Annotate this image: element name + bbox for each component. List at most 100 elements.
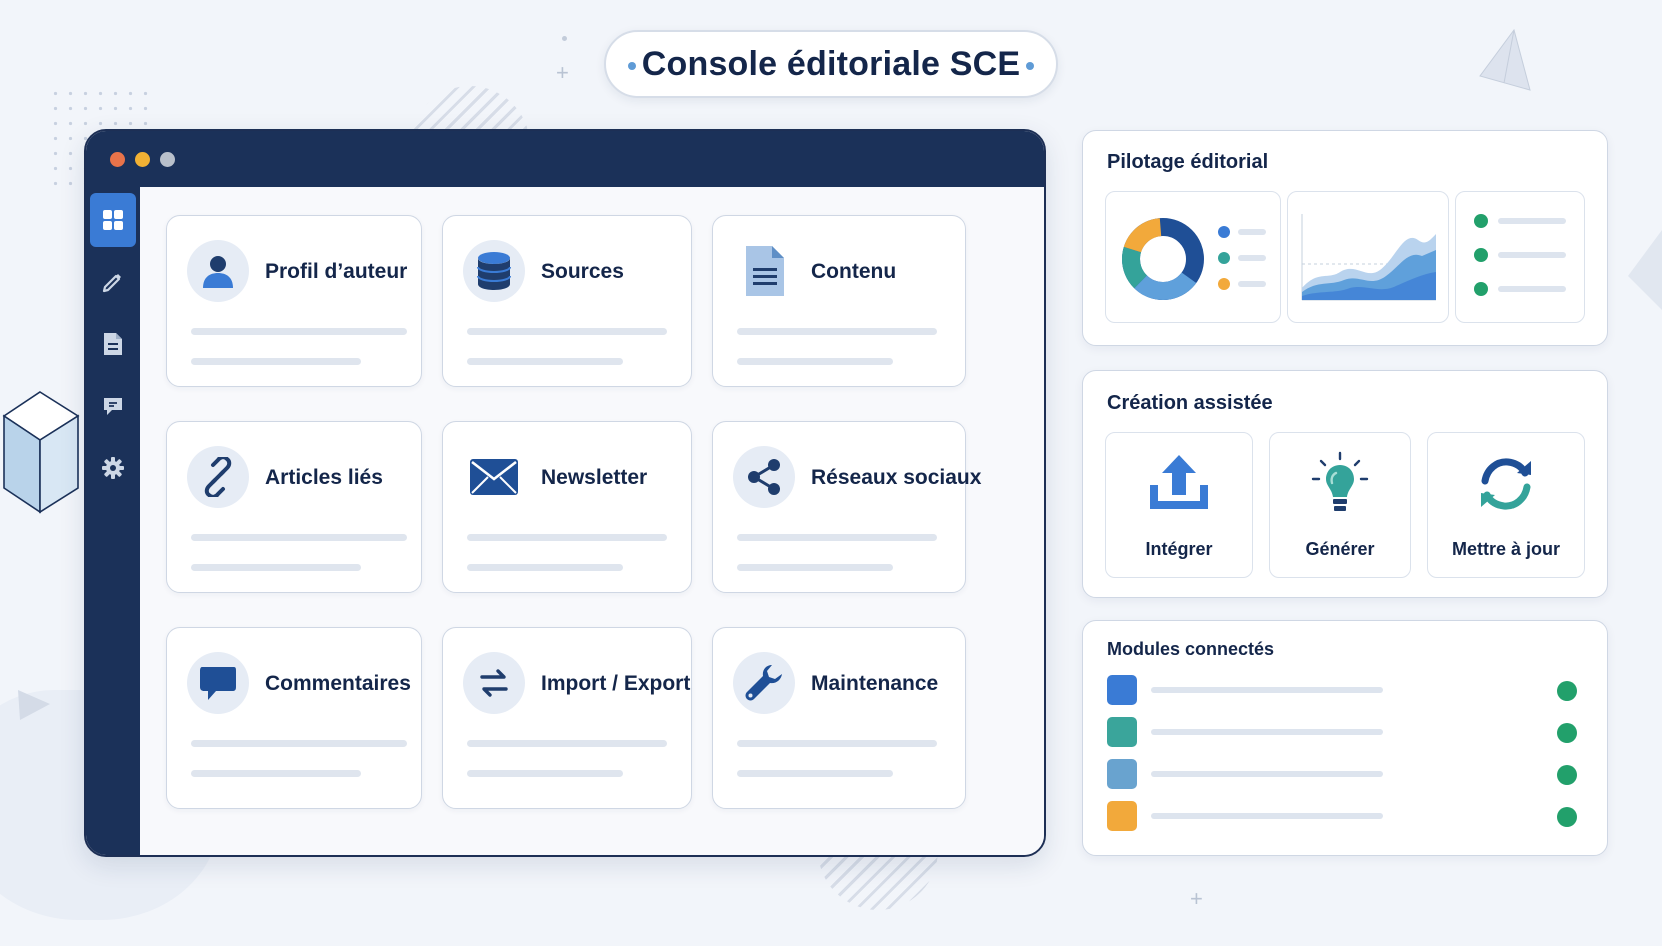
card-label: Newsletter xyxy=(541,466,648,489)
swap-arrows-icon xyxy=(480,669,508,697)
card-label: Contenu xyxy=(811,260,897,283)
area-chart-widget[interactable] xyxy=(1287,191,1449,323)
placeholder-line xyxy=(467,534,667,541)
placeholder-line xyxy=(737,328,937,335)
icon-circle xyxy=(187,240,249,302)
lightbulb-icon xyxy=(1311,451,1369,511)
placeholder-line xyxy=(191,564,361,571)
upload-icon xyxy=(1150,455,1208,509)
module-line xyxy=(1151,771,1383,777)
placeholder-line xyxy=(737,358,893,365)
card-label: Commentaires xyxy=(265,672,411,695)
card-newsletter[interactable]: Newsletter xyxy=(442,421,692,593)
legend-dot xyxy=(1218,252,1230,264)
icon-circle xyxy=(463,240,525,302)
action-label: Intégrer xyxy=(1145,539,1213,559)
panel-connected-modules: Modules connectés xyxy=(1082,620,1608,856)
action-label: Générer xyxy=(1305,539,1375,559)
icon-circle xyxy=(463,446,525,508)
main-window: Profil d’auteur Sources Contenu Articles… xyxy=(84,129,1046,857)
card-import-export[interactable]: Import / Export xyxy=(442,627,692,809)
status-dot xyxy=(1474,248,1488,262)
placeholder-line xyxy=(737,770,893,777)
file-text-icon xyxy=(746,246,784,296)
comment-icon xyxy=(104,398,122,415)
triangle-decoration xyxy=(18,690,50,720)
placeholder-line xyxy=(467,358,623,365)
cube-decoration xyxy=(2,391,80,514)
maximize-window-button[interactable] xyxy=(160,151,175,167)
donut-chart-icon xyxy=(1122,218,1204,300)
generate-button[interactable]: Générer xyxy=(1269,432,1411,578)
status-list-widget[interactable] xyxy=(1455,191,1585,323)
dot-decoration xyxy=(562,36,567,41)
integrate-button[interactable]: Intégrer xyxy=(1105,432,1253,578)
sidebar-item-edit[interactable] xyxy=(90,255,136,309)
card-label: Profil d’auteur xyxy=(265,260,408,283)
card-label: Réseaux sociaux xyxy=(811,466,982,489)
legend-dot xyxy=(1218,226,1230,238)
module-line xyxy=(1151,687,1383,693)
placeholder-line xyxy=(191,770,361,777)
placeholder-line xyxy=(191,534,407,541)
card-author-profile[interactable]: Profil d’auteur xyxy=(166,215,422,387)
sidebar-item-comments[interactable] xyxy=(90,379,136,433)
placeholder-line xyxy=(467,564,623,571)
wrench-icon xyxy=(745,665,782,701)
status-line xyxy=(1498,252,1566,258)
placeholder-line xyxy=(737,564,893,571)
placeholder-line xyxy=(191,740,407,747)
sidebar-item-documents[interactable] xyxy=(90,317,136,371)
card-label: Maintenance xyxy=(811,672,939,695)
placeholder-line xyxy=(737,740,937,747)
area-chart-icon xyxy=(1301,214,1436,301)
card-comments[interactable]: Commentaires xyxy=(166,627,422,809)
page-title: Console éditoriale SCE xyxy=(641,44,1021,83)
status-line xyxy=(1498,286,1566,292)
panel-title: Modules connectés xyxy=(1107,639,1275,659)
action-label: Mettre à jour xyxy=(1451,539,1561,559)
module-color-square xyxy=(1107,759,1137,789)
user-icon xyxy=(203,256,233,288)
icon-circle xyxy=(733,240,795,302)
plus-decoration: + xyxy=(1190,886,1203,911)
title-dot xyxy=(628,62,636,70)
link-icon xyxy=(204,457,232,497)
update-button[interactable]: Mettre à jour xyxy=(1427,432,1585,578)
placeholder-line xyxy=(467,740,667,747)
status-dot xyxy=(1557,681,1577,701)
icon-circle xyxy=(463,652,525,714)
card-social-networks[interactable]: Réseaux sociaux xyxy=(712,421,981,593)
panel-title: Pilotage éditorial xyxy=(1107,151,1269,173)
icon-circle xyxy=(733,652,795,714)
sidebar-item-dashboard[interactable] xyxy=(90,193,136,247)
donut-widget[interactable] xyxy=(1105,191,1281,323)
card-content[interactable]: Contenu xyxy=(712,215,966,387)
placeholder-line xyxy=(737,534,937,541)
status-dot xyxy=(1557,807,1577,827)
minimize-window-button[interactable] xyxy=(135,151,150,167)
legend-dot xyxy=(1218,278,1230,290)
card-label: Import / Export xyxy=(541,672,691,695)
panel-assisted-creation: Création assistée Intégrer Générer Mettr… xyxy=(1082,370,1608,598)
close-window-button[interactable] xyxy=(110,151,125,167)
legend-line xyxy=(1238,229,1266,235)
status-dot xyxy=(1557,723,1577,743)
icon-circle xyxy=(187,652,249,714)
card-related-articles[interactable]: Articles liés xyxy=(166,421,422,593)
triangle-decoration xyxy=(1628,230,1662,310)
refresh-icon xyxy=(1481,458,1531,510)
placeholder-line xyxy=(467,328,667,335)
placeholder-line xyxy=(467,770,623,777)
legend-line xyxy=(1238,255,1266,261)
card-maintenance[interactable]: Maintenance xyxy=(712,627,966,809)
module-line xyxy=(1151,813,1383,819)
status-line xyxy=(1498,218,1566,224)
database-icon xyxy=(477,252,511,290)
sidebar-item-settings[interactable] xyxy=(90,441,136,495)
status-dot xyxy=(1474,282,1488,296)
gear-icon xyxy=(102,457,124,479)
card-sources[interactable]: Sources xyxy=(442,215,692,387)
legend-line xyxy=(1238,281,1266,287)
placeholder-line xyxy=(191,358,361,365)
